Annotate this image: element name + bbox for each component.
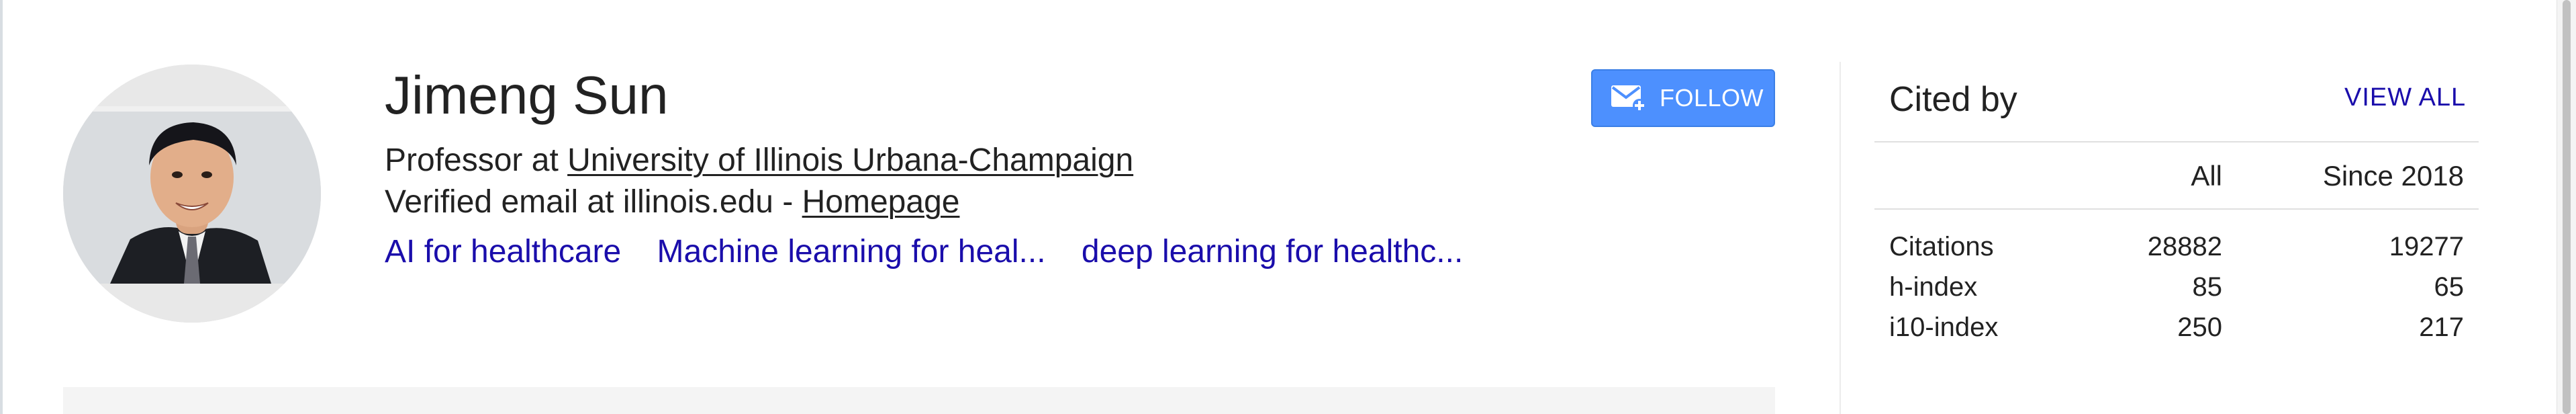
verified-email: Verified email at illinois.edu - Homepag…: [385, 183, 959, 222]
content-area-top: [63, 387, 1775, 414]
profile-name: Jimeng Sun: [385, 65, 669, 125]
column-header-since: Since 2018: [2322, 160, 2464, 192]
follow-label: FOLLOW: [1660, 84, 1764, 112]
row-label[interactable]: i10-index: [1889, 313, 1998, 343]
homepage-link[interactable]: Homepage: [802, 184, 960, 220]
cell-since: 19277: [2389, 232, 2464, 261]
affiliation-link[interactable]: University of Illinois Urbana-Champaign: [567, 142, 1133, 178]
follow-button[interactable]: FOLLOW: [1591, 69, 1775, 127]
interest-link[interactable]: Machine learning for heal...: [657, 234, 1046, 270]
avatar: [63, 65, 321, 323]
scrollbar[interactable]: [2557, 0, 2576, 414]
window-edge: [0, 0, 3, 414]
row-label[interactable]: h-index: [1889, 272, 1977, 302]
cell-since: 65: [2434, 272, 2465, 302]
mail-plus-icon: [1610, 83, 1648, 114]
column-header-all: All: [2191, 160, 2222, 192]
interest-link[interactable]: AI for healthcare: [385, 234, 621, 270]
view-all-link[interactable]: VIEW ALL: [2344, 83, 2466, 112]
scrollbar-thumb[interactable]: [2563, 0, 2571, 414]
affiliation: Professor at University of Illinois Urba…: [385, 141, 1133, 180]
divider: [1874, 208, 2479, 210]
cited-by-title: Cited by: [1889, 80, 2017, 119]
research-interests: AI for healthcare Machine learning for h…: [385, 232, 1490, 272]
cell-since: 217: [2419, 313, 2464, 342]
divider: [1840, 62, 1841, 414]
affiliation-prefix: Professor at: [385, 142, 568, 178]
email-text: Verified email at illinois.edu -: [385, 184, 802, 220]
cell-all: 250: [2177, 313, 2222, 342]
cell-all: 28882: [2147, 232, 2222, 261]
row-label[interactable]: Citations: [1889, 232, 1994, 262]
interest-link[interactable]: deep learning for healthc...: [1082, 234, 1463, 270]
cell-all: 85: [2192, 272, 2223, 302]
divider: [1874, 141, 2479, 142]
